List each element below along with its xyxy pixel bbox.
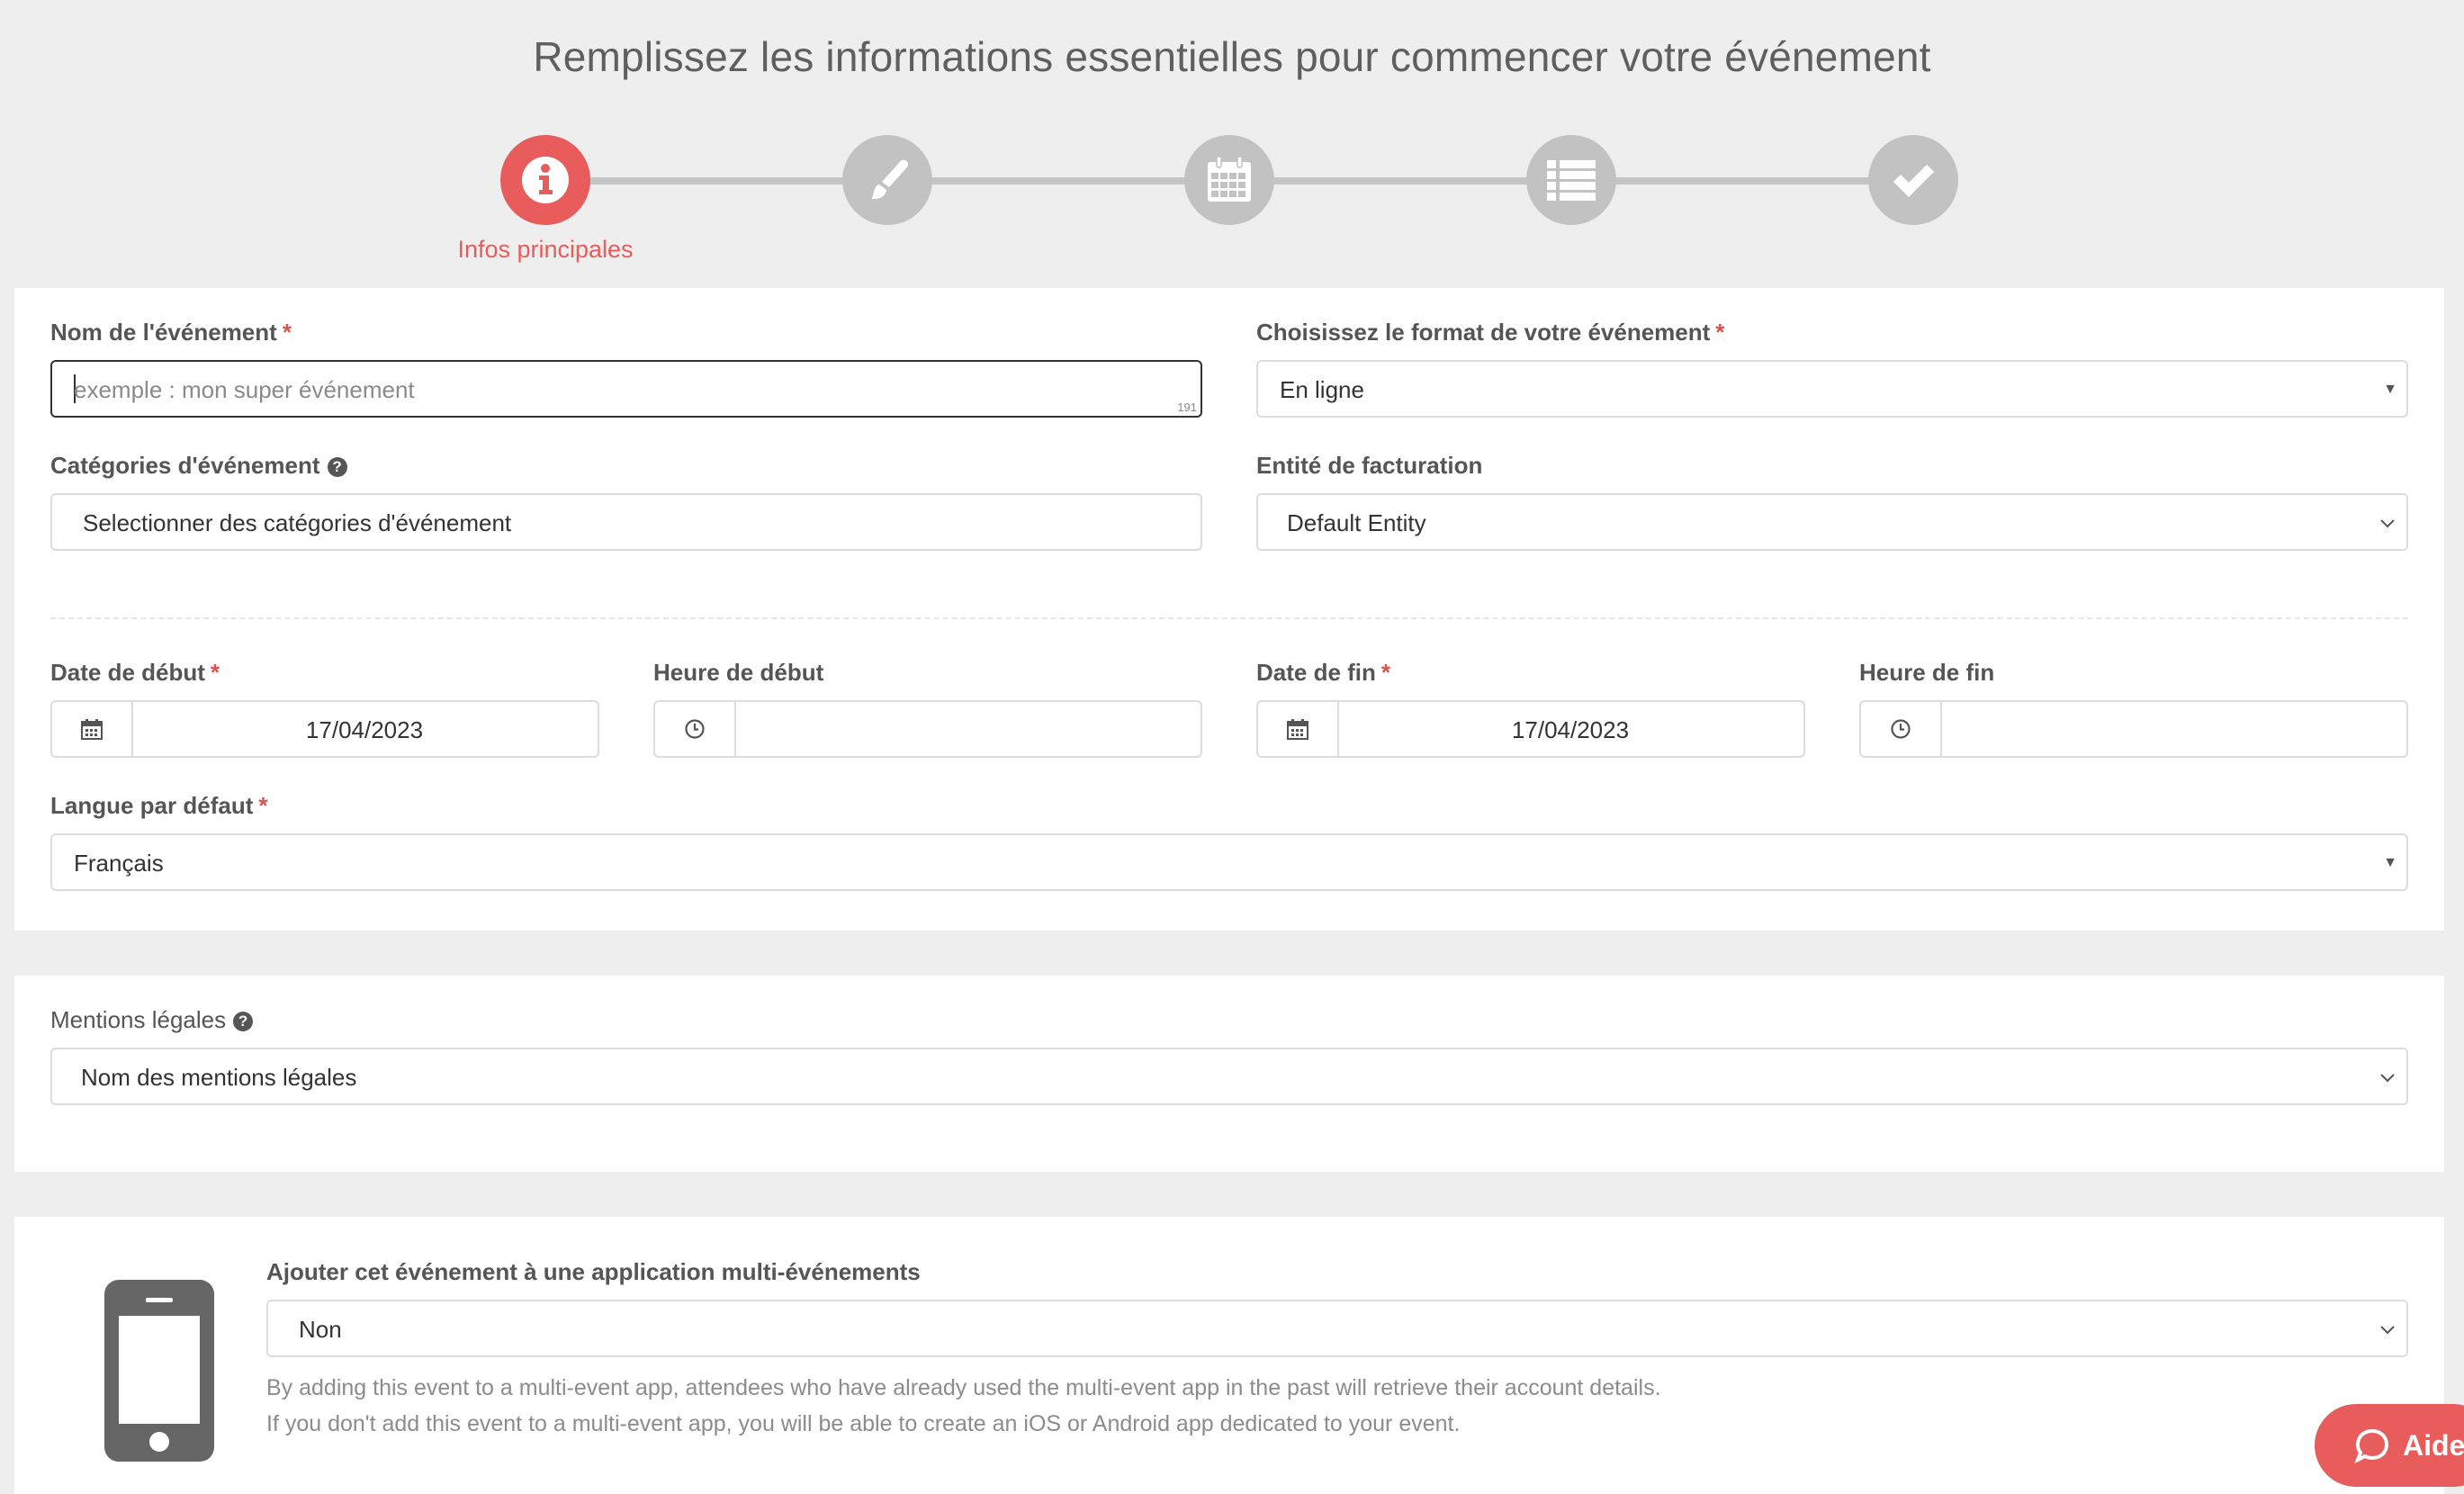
- multi-event-value: Non: [299, 1316, 342, 1343]
- start-time-input[interactable]: [653, 700, 1202, 758]
- end-date-input[interactable]: 17/04/2023: [1256, 700, 1805, 758]
- legal-panel: Mentions légales? Nom des mentions légal…: [14, 976, 2444, 1172]
- chat-bubble-icon: [2354, 1428, 2389, 1463]
- legal-value: Nom des mentions légales: [81, 1064, 357, 1091]
- check-icon: [1893, 165, 1934, 197]
- question-icon[interactable]: ?: [233, 1012, 254, 1031]
- start-date-value: 17/04/2023: [305, 716, 424, 743]
- default-language-select[interactable]: Français ▼: [50, 833, 2408, 891]
- event-name-label: Nom de l'événement *: [50, 319, 292, 346]
- question-icon[interactable]: ?: [327, 457, 347, 477]
- multi-event-help-line-2: If you don't add this event to a multi-e…: [266, 1411, 1461, 1436]
- calendar-icon[interactable]: [52, 702, 133, 756]
- step-agenda[interactable]: [1184, 135, 1274, 225]
- step-design[interactable]: [842, 135, 932, 225]
- billing-entity-label: Entité de facturation: [1256, 452, 1483, 479]
- chevron-down-icon: [2380, 1326, 2395, 1335]
- main-info-panel: Nom de l'événement * exemple : mon super …: [14, 288, 2444, 931]
- multi-event-label: Ajouter cet événement à une application …: [266, 1258, 921, 1285]
- chevron-down-icon: [2380, 1074, 2395, 1083]
- categories-placeholder: Selectionner des catégories d'événement: [83, 509, 512, 536]
- event-format-label: Choisissez le format de votre événement *: [1256, 319, 1725, 346]
- default-language-label: Langue par défaut *: [50, 792, 268, 819]
- step-confirm[interactable]: [1868, 135, 1958, 225]
- end-date-label: Date de fin *: [1256, 659, 1391, 686]
- end-time-label: Heure de fin: [1859, 659, 1995, 686]
- legal-select[interactable]: Nom des mentions légales: [50, 1048, 2408, 1105]
- event-name-input[interactable]: exemple : mon super événement 191: [50, 360, 1202, 418]
- clock-icon[interactable]: [655, 702, 736, 756]
- event-format-select[interactable]: En ligne ▼: [1256, 360, 2408, 418]
- end-date-value: 17/04/2023: [1511, 716, 1630, 743]
- dropdown-arrow-icon: ▼: [2383, 855, 2397, 870]
- calendar-icon[interactable]: [1258, 702, 1339, 756]
- start-date-input[interactable]: 17/04/2023: [50, 700, 599, 758]
- end-time-input[interactable]: [1859, 700, 2408, 758]
- dropdown-arrow-icon: ▼: [2383, 382, 2397, 397]
- multi-event-help-line-1: By adding this event to a multi-event ap…: [266, 1375, 1661, 1400]
- list-icon: [1547, 160, 1596, 201]
- categories-label: Catégories d'événement?: [50, 452, 347, 480]
- chevron-down-icon: [2380, 519, 2395, 528]
- billing-entity-select[interactable]: Default Entity: [1256, 493, 2408, 551]
- help-chat-button[interactable]: Aide: [2315, 1404, 2464, 1487]
- calendar-icon: [1208, 156, 1251, 202]
- event-format-value: En ligne: [1280, 376, 1364, 403]
- brush-icon: [871, 159, 908, 200]
- help-button-label: Aide: [2403, 1428, 2464, 1462]
- step-info[interactable]: [500, 135, 590, 225]
- start-date-label: Date de début *: [50, 659, 220, 686]
- smartphone-icon: [104, 1280, 214, 1462]
- billing-entity-value: Default Entity: [1287, 509, 1426, 536]
- event-name-placeholder: exemple : mon super événement: [74, 376, 415, 403]
- start-time-label: Heure de début: [653, 659, 824, 686]
- step-list[interactable]: [1526, 135, 1616, 225]
- page-title: Remplissez les informations essentielles…: [533, 33, 1931, 80]
- multi-event-panel: Ajouter cet événement à une application …: [14, 1217, 2444, 1494]
- active-step-label: Infos principales: [457, 236, 634, 263]
- info-icon: [522, 157, 569, 203]
- section-divider: [50, 617, 2408, 619]
- multi-event-help: By adding this event to a multi-event ap…: [266, 1370, 1661, 1442]
- clock-icon[interactable]: [1861, 702, 1942, 756]
- categories-select[interactable]: Selectionner des catégories d'événement: [50, 493, 1202, 551]
- default-language-value: Français: [74, 850, 164, 877]
- char-counter: 191: [1177, 400, 1197, 414]
- legal-label: Mentions légales?: [50, 1006, 254, 1034]
- multi-event-select[interactable]: Non: [266, 1300, 2408, 1357]
